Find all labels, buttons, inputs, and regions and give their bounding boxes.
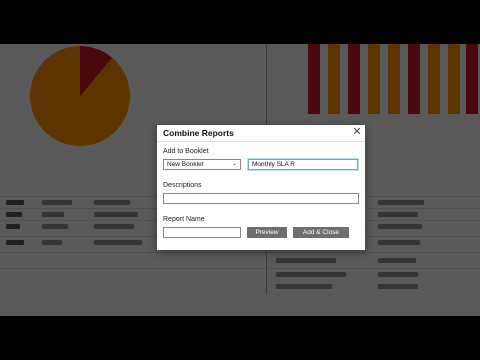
- preview-button[interactable]: Preview: [247, 227, 287, 238]
- chevron-down-icon: ⌄: [231, 161, 237, 167]
- booklet-select-value: New Booklet: [167, 161, 204, 168]
- combine-reports-dialog: Combine Reports ✕ Add to Booklet New Boo…: [157, 125, 365, 250]
- dialog-divider: [157, 141, 365, 142]
- report-name-label: Report Name: [163, 216, 205, 223]
- dialog-title: Combine Reports: [163, 128, 234, 138]
- add-and-close-button[interactable]: Add & Close: [293, 227, 349, 238]
- booklet-name-input[interactable]: Monthly SLA R: [248, 159, 358, 170]
- letterbox-top: [0, 0, 480, 44]
- descriptions-label: Descriptions: [163, 182, 202, 189]
- report-name-input[interactable]: [163, 227, 241, 238]
- add-to-booklet-label: Add to Booklet: [163, 148, 209, 155]
- letterbox-bottom: [0, 316, 480, 360]
- close-icon[interactable]: ✕: [351, 126, 363, 138]
- descriptions-input[interactable]: [163, 193, 359, 204]
- booklet-name-value: Monthly SLA R: [252, 161, 295, 168]
- booklet-select[interactable]: New Booklet ⌄: [163, 159, 241, 170]
